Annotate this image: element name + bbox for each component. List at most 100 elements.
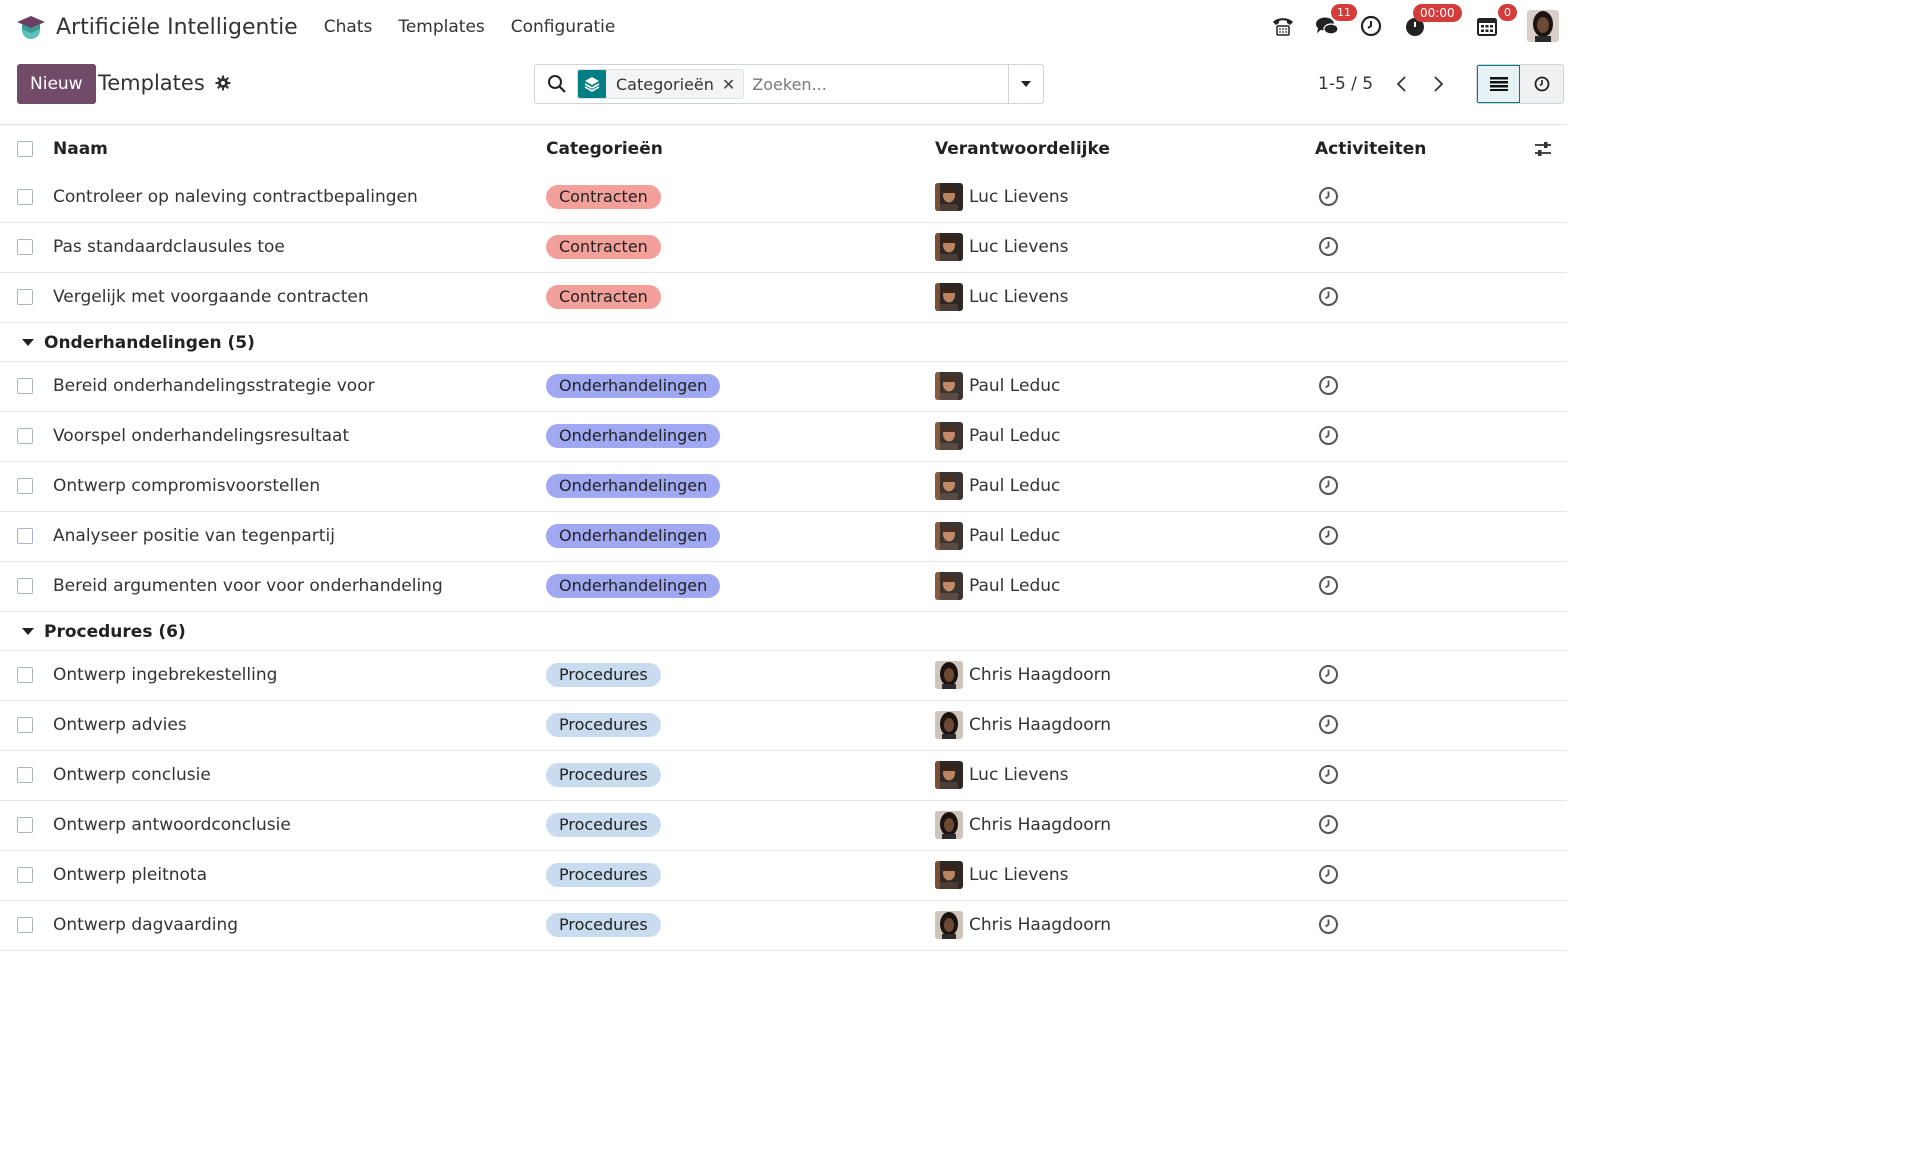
owner-cell[interactable]: Paul Leduc [935, 472, 1060, 500]
table-row[interactable]: Controleer op naleving contractbepalinge… [0, 173, 1567, 223]
activity-clock-icon[interactable] [1318, 764, 1339, 785]
row-checkbox[interactable] [17, 917, 33, 933]
activity-clock-icon[interactable] [1318, 664, 1339, 685]
gear-icon[interactable] [215, 75, 231, 91]
table-row[interactable]: Bereid argumenten voor voor onderhandeli… [0, 562, 1567, 612]
column-header-owner[interactable]: Verantwoordelijke [935, 139, 1110, 159]
owner-name: Luc Lievens [969, 237, 1069, 257]
owner-cell[interactable]: Paul Leduc [935, 422, 1060, 450]
chevron-left-icon[interactable] [1395, 75, 1409, 93]
search-input[interactable] [750, 73, 1005, 95]
row-checkbox[interactable] [17, 189, 33, 205]
user-avatar[interactable] [1527, 10, 1559, 42]
owner-avatar [935, 372, 963, 400]
new-button[interactable]: Nieuw [17, 64, 96, 104]
table-row[interactable]: Ontwerp antwoordconclusie Procedures Chris… [0, 801, 1567, 851]
activity-clock-icon[interactable] [1318, 914, 1339, 935]
table-row[interactable]: Voorspel onderhandelingsresultaat Onderha… [0, 412, 1567, 462]
select-all-checkbox[interactable] [17, 141, 33, 157]
chevron-right-icon[interactable] [1431, 75, 1445, 93]
owner-cell[interactable]: Paul Leduc [935, 372, 1060, 400]
column-header-activities[interactable]: Activiteiten [1315, 139, 1426, 159]
activity-clock-icon[interactable] [1318, 375, 1339, 396]
systray: 11 00:00 0 [1255, 4, 1559, 42]
optional-columns-icon[interactable] [1533, 139, 1553, 159]
menu-templates[interactable]: Templates [398, 17, 484, 37]
category-tag: Onderhandelingen [546, 374, 721, 398]
owner-cell[interactable]: Paul Leduc [935, 522, 1060, 550]
messages-button[interactable]: 11 [1311, 4, 1357, 42]
menu-configuratie[interactable]: Configuratie [511, 17, 616, 37]
activity-clock-icon[interactable] [1318, 475, 1339, 496]
table-row[interactable]: Ontwerp conclusie Procedures Luc Lievens [0, 751, 1567, 801]
facet-value: Categorieën [616, 74, 714, 94]
owner-cell[interactable]: Luc Lievens [935, 183, 1069, 211]
template-name: Ontwerp antwoordconclusie [53, 815, 291, 835]
view-switcher [1476, 64, 1564, 104]
owner-name: Paul Leduc [969, 426, 1061, 446]
row-checkbox[interactable] [17, 528, 33, 544]
pager-value[interactable]: 1-5 / 5 [1318, 74, 1373, 94]
group-header-procedures-6[interactable]: Procedures (6) [0, 612, 1567, 651]
table-row[interactable]: Ontwerp ingebrekestelling Procedures Chris… [0, 651, 1567, 701]
table-row[interactable]: Vergelijk met voorgaande contracten Contr… [0, 273, 1567, 323]
activities-button[interactable] [1355, 10, 1387, 42]
owner-cell[interactable]: Paul Leduc [935, 572, 1060, 600]
owner-cell[interactable]: Luc Lievens [935, 233, 1069, 261]
owner-cell[interactable]: Luc Lievens [935, 761, 1069, 789]
row-checkbox[interactable] [17, 578, 33, 594]
menu-chats[interactable]: Chats [324, 17, 373, 37]
row-checkbox[interactable] [17, 667, 33, 683]
owner-cell[interactable]: Chris Haagdoorn [935, 911, 1111, 939]
activity-view-button[interactable] [1520, 65, 1563, 103]
table-row[interactable]: Bereid onderhandelingsstrategie voor Onde… [0, 362, 1567, 412]
list-view-button[interactable] [1477, 65, 1520, 103]
owner-cell[interactable]: Chris Haagdoorn [935, 661, 1111, 689]
table-row[interactable]: Ontwerp compromisvoorstellen Onderhandeli… [0, 462, 1567, 512]
table-row[interactable]: Pas standaardclausules toe Contracten Luc … [0, 223, 1567, 273]
column-header-category[interactable]: Categorieën [546, 139, 663, 159]
category-tag: Onderhandelingen [546, 574, 721, 598]
group-label: Onderhandelingen (5) [44, 333, 255, 353]
search-options-toggle[interactable] [1008, 65, 1043, 103]
row-checkbox[interactable] [17, 239, 33, 255]
activity-clock-icon[interactable] [1318, 575, 1339, 596]
activity-clock-icon[interactable] [1318, 236, 1339, 257]
search-icon [548, 75, 566, 93]
table-row[interactable]: Ontwerp dagvaarding Procedures Chris Haagd… [0, 901, 1567, 951]
row-checkbox[interactable] [17, 767, 33, 783]
owner-name: Chris Haagdoorn [969, 915, 1112, 935]
brand[interactable]: Artificiële Intelligentie [16, 12, 298, 42]
column-header-name[interactable]: Naam [53, 139, 108, 159]
activity-clock-icon[interactable] [1318, 525, 1339, 546]
category-tag: Contracten [546, 185, 661, 209]
table-row[interactable]: Ontwerp pleitnota Procedures Luc Lievens [0, 851, 1567, 901]
owner-cell[interactable]: Luc Lievens [935, 283, 1069, 311]
calendar-button[interactable]: 0 [1471, 4, 1517, 42]
calendar-icon [1477, 18, 1497, 36]
activity-clock-icon[interactable] [1318, 814, 1339, 835]
owner-cell[interactable]: Chris Haagdoorn [935, 811, 1111, 839]
table-row[interactable]: Ontwerp advies Procedures Chris Haagdoorn [0, 701, 1567, 751]
row-checkbox[interactable] [17, 817, 33, 833]
activity-clock-icon[interactable] [1318, 714, 1339, 735]
activity-clock-icon[interactable] [1318, 864, 1339, 885]
table-row[interactable]: Analyseer positie van tegenpartij Onderha… [0, 512, 1567, 562]
row-checkbox[interactable] [17, 428, 33, 444]
row-checkbox[interactable] [17, 289, 33, 305]
row-checkbox[interactable] [17, 478, 33, 494]
caret-down-icon [22, 339, 34, 346]
row-checkbox[interactable] [17, 378, 33, 394]
row-checkbox[interactable] [17, 867, 33, 883]
phone-button[interactable] [1267, 10, 1299, 42]
facet-remove-button[interactable]: ✕ [722, 75, 743, 94]
activity-clock-icon[interactable] [1318, 186, 1339, 207]
timer-button[interactable]: 00:00 [1399, 4, 1462, 42]
activity-clock-icon[interactable] [1318, 425, 1339, 446]
owner-cell[interactable]: Chris Haagdoorn [935, 711, 1111, 739]
messages-badge: 11 [1331, 4, 1357, 21]
owner-cell[interactable]: Luc Lievens [935, 861, 1069, 889]
activity-clock-icon[interactable] [1318, 286, 1339, 307]
row-checkbox[interactable] [17, 717, 33, 733]
group-header-onderhandelingen-5[interactable]: Onderhandelingen (5) [0, 323, 1567, 362]
